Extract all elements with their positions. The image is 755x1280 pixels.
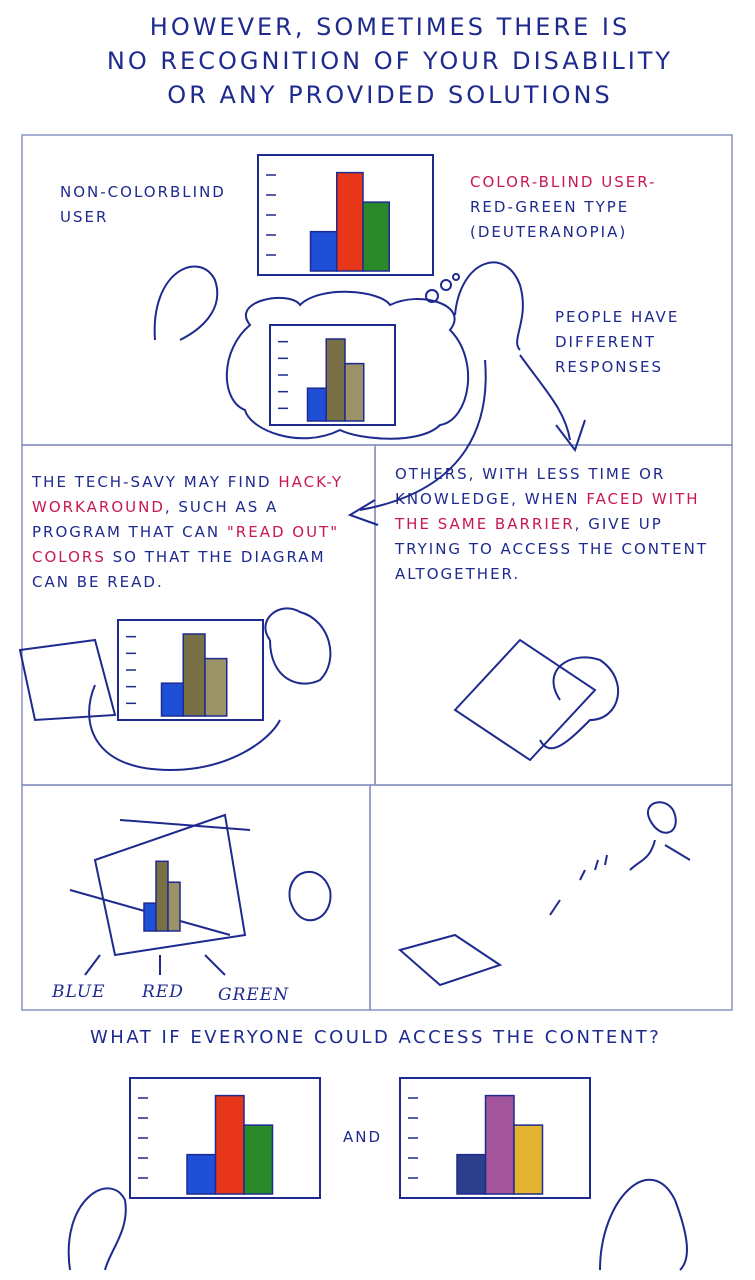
chart-colorblind-view: [269, 324, 396, 426]
chart-bar: [325, 338, 346, 422]
others-text: OTHERS, WITH LESS TIME OR KNOWLEDGE, WHE…: [395, 462, 725, 587]
chart-bar: [336, 171, 364, 272]
chart-bottom-accessible: [399, 1077, 591, 1199]
chart-bar: [155, 860, 169, 932]
chart-bar: [160, 682, 184, 717]
person-right: [454, 261, 524, 351]
and-label: AND: [343, 1128, 383, 1146]
chart-original: [257, 154, 434, 276]
person-bottom-left: [67, 1187, 127, 1271]
label-blue: BLUE: [52, 982, 106, 1002]
chart-bar: [204, 657, 228, 717]
colorblind-type: RED-GREEN TYPE (DEUTERANOPIA): [470, 198, 630, 241]
page-title: HOWEVER, SOMETIMES THERE IS NO RECOGNITI…: [90, 10, 690, 112]
person-squint: [288, 870, 332, 922]
chart-bar: [143, 902, 157, 932]
chart-bar: [513, 1124, 544, 1195]
responses-label: PEOPLE HAVE DIFFERENT RESPONSES: [555, 308, 680, 376]
chart-bar: [456, 1153, 487, 1195]
chart-taped: [143, 860, 181, 932]
chart-bar: [214, 1094, 245, 1195]
colorblind-label: COLOR-BLIND USER- RED-GREEN TYPE (DEUTER…: [470, 170, 720, 245]
chart-bar: [186, 1153, 217, 1195]
title-line-3: OR ANY PROVIDED SOLUTIONS: [167, 81, 613, 109]
chart-bar: [306, 387, 327, 422]
phone-screen: [18, 638, 117, 722]
person-bottom-right: [599, 1178, 688, 1271]
chart-bar: [362, 201, 390, 272]
colorblind-title: COLOR-BLIND USER-: [470, 173, 657, 191]
label-green: GREEN: [218, 985, 290, 1005]
chart-bar: [309, 230, 338, 272]
person-techsavy: [264, 607, 332, 685]
chart-techsavy: [117, 619, 264, 721]
chart-bar: [484, 1094, 515, 1195]
person-giving-up: [539, 656, 619, 750]
title-line-2: NO RECOGNITION OF YOUR DISABILITY: [106, 47, 674, 75]
chart-bar: [182, 633, 206, 717]
label-red: RED: [142, 982, 184, 1002]
dropped-chart: [397, 933, 503, 987]
techsavy-text: THE TECH-SAVY MAY FIND HACK-Y WORKAROUND…: [32, 470, 367, 595]
closing-question: WHAT IF EVERYONE COULD ACCESS THE CONTEN…: [90, 1027, 662, 1048]
non-colorblind-label: NON-COLORBLIND USER: [60, 183, 226, 226]
chart-bottom-original: [129, 1077, 321, 1199]
title-line-1: HOWEVER, SOMETIMES THERE IS: [149, 13, 631, 41]
person-left: [153, 265, 219, 341]
chart-bar: [243, 1124, 274, 1195]
chart-bar: [167, 881, 181, 932]
techsavy-text-a: THE TECH-SAVY MAY FIND: [32, 473, 272, 491]
chart-bar: [344, 362, 365, 422]
